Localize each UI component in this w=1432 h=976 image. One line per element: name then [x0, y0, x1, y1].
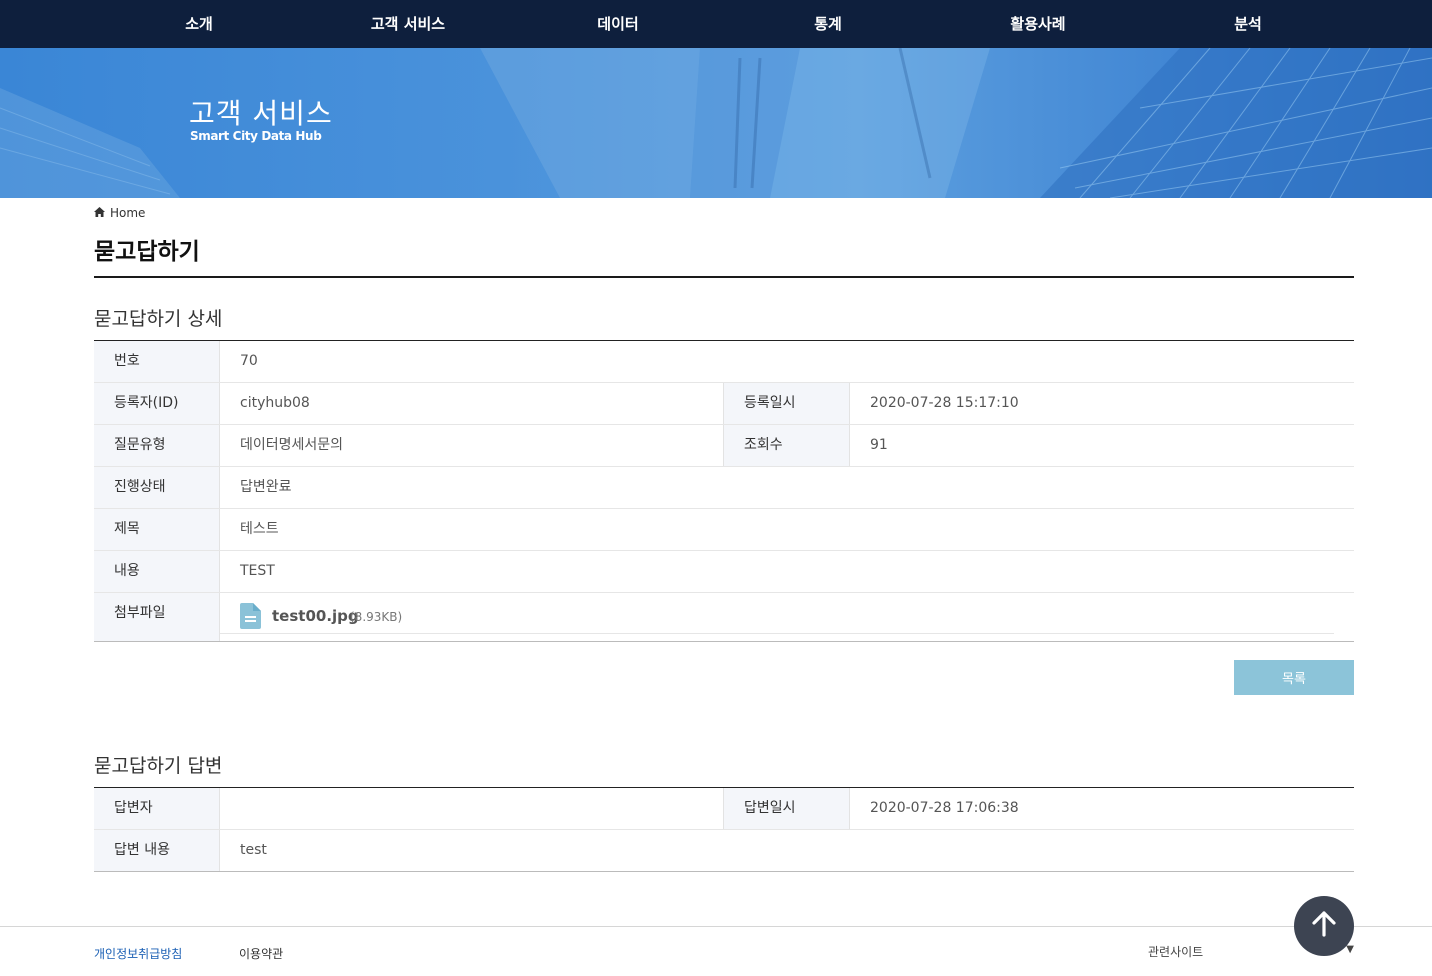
nav-item-analysis[interactable]: 분석	[1168, 0, 1328, 48]
home-icon[interactable]	[94, 206, 105, 220]
views-value: 91	[870, 437, 888, 453]
top-navigation: 소개 고객 서비스 데이터 통계 활용사례 분석	[0, 0, 1432, 48]
table-row: 답변 내용 test	[94, 830, 1354, 871]
answer-date-label: 답변일시	[724, 788, 850, 829]
answer-content-label: 답변 내용	[94, 830, 220, 871]
detail-table: 번호 70 등록자(ID) cityhub08 등록일시 2020-07-28 …	[94, 340, 1354, 642]
title-divider	[94, 276, 1354, 278]
answer-date-value: 2020-07-28 17:06:38	[870, 800, 1019, 816]
nav-item-intro[interactable]: 소개	[119, 0, 279, 48]
attachment-filesize: (8.93KB)	[350, 610, 403, 624]
attachment-filename-link[interactable]: test00.jpg	[272, 593, 359, 639]
subject-label: 제목	[94, 509, 220, 550]
page-title: 묻고답하기	[94, 239, 200, 265]
detail-section-title: 묻고답하기 상세	[94, 308, 223, 330]
table-row: 등록자(ID) cityhub08 등록일시 2020-07-28 15:17:…	[94, 383, 1354, 425]
registrant-label: 등록자(ID)	[94, 383, 220, 424]
content-label: 내용	[94, 551, 220, 592]
nav-item-data[interactable]: 데이터	[538, 0, 698, 48]
table-row: 번호 70	[94, 341, 1354, 383]
reg-date-value: 2020-07-28 15:17:10	[870, 395, 1019, 411]
footer-divider	[0, 926, 1432, 927]
nav-item-customer-service[interactable]: 고객 서비스	[328, 0, 488, 48]
status-label: 진행상태	[94, 467, 220, 508]
arrow-up-icon	[1312, 911, 1336, 941]
answerer-value	[220, 788, 240, 829]
privacy-policy-link[interactable]: 개인정보취급방침	[94, 945, 182, 962]
table-row: 진행상태 답변완료	[94, 467, 1354, 509]
table-row: 내용 TEST	[94, 551, 1354, 593]
nav-item-statistics[interactable]: 통계	[748, 0, 908, 48]
scroll-to-top-button[interactable]	[1294, 896, 1354, 956]
answer-table: 답변자 답변일시 2020-07-28 17:06:38 답변 내용 test	[94, 787, 1354, 872]
attachment-cell: test00.jpg (8.93KB)	[220, 593, 1334, 634]
terms-of-use-link[interactable]: 이용약관	[239, 945, 283, 962]
table-row: 첨부파일 test00.jpg (8.93KB)	[94, 593, 1354, 641]
table-row: 제목 테스트	[94, 509, 1354, 551]
number-value: 70	[240, 353, 258, 369]
status-value: 답변완료	[240, 479, 292, 495]
answer-section-title: 묻고답하기 답변	[94, 755, 223, 777]
registrant-value: cityhub08	[240, 395, 310, 411]
table-row: 답변자 답변일시 2020-07-28 17:06:38	[94, 788, 1354, 830]
page-banner: 고객 서비스 Smart City Data Hub	[0, 48, 1432, 198]
content-value: TEST	[240, 563, 275, 579]
file-icon[interactable]	[240, 603, 261, 633]
breadcrumb: Home	[94, 205, 145, 221]
number-label: 번호	[94, 341, 220, 382]
list-button[interactable]: 목록	[1234, 660, 1354, 695]
nav-item-use-cases[interactable]: 활용사례	[958, 0, 1118, 48]
banner-title: 고객 서비스	[189, 97, 333, 130]
table-row: 질문유형 데이터명세서문의 조회수 91	[94, 425, 1354, 467]
chevron-down-icon: ▼	[1346, 944, 1354, 955]
attachment-label: 첨부파일	[94, 593, 220, 641]
related-sites-label: 관련사이트	[1148, 945, 1204, 959]
question-type-label: 질문유형	[94, 425, 220, 466]
subject-value: 테스트	[240, 521, 279, 537]
answer-content-value: test	[240, 842, 267, 858]
reg-date-label: 등록일시	[724, 383, 850, 424]
views-label: 조회수	[724, 425, 850, 466]
answerer-label: 답변자	[94, 788, 220, 829]
banner-subtitle: Smart City Data Hub	[190, 129, 322, 143]
question-type-value: 데이터명세서문의	[240, 437, 344, 453]
breadcrumb-home[interactable]: Home	[110, 206, 145, 220]
